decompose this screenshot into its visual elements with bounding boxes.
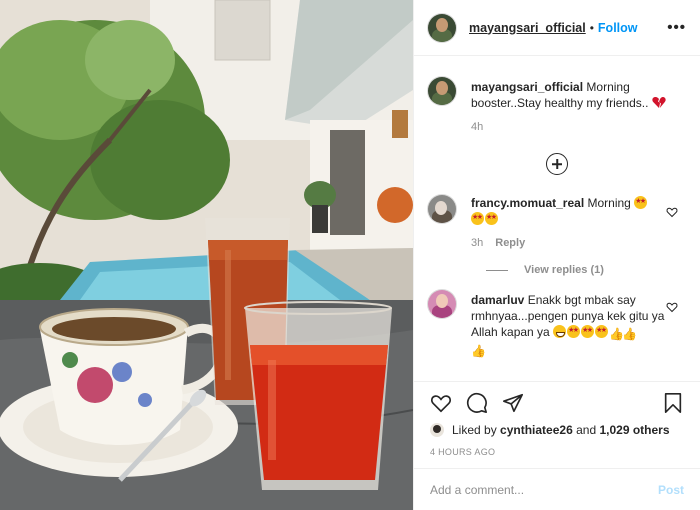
grinning-emoji-icon [553,325,567,338]
caption-time: 4h [471,121,484,133]
add-comment-input[interactable] [430,482,658,497]
post-actions: Liked by cynthiatee26 and 1,029 others 4… [414,381,700,457]
author-avatar[interactable] [428,13,456,42]
post-comment-button[interactable]: Post [658,483,684,497]
comment-time: 3h [471,237,484,249]
post-side-panel: mayangsari_official • Follow ••• mayangs… [413,0,700,510]
author-username[interactable]: mayangsari_official [469,21,586,35]
commenter-avatar[interactable] [428,195,456,223]
plus-circle-icon[interactable] [546,153,568,175]
header-separator: • [589,20,594,35]
star-struck-emoji-icon [485,212,498,225]
likes-summary: Liked by cynthiatee26 and 1,029 others [430,423,684,437]
caption-username[interactable]: mayangsari_official [471,80,583,94]
photo-illustration [0,0,413,510]
action-icons-row [430,392,684,414]
comment-item: damarluv Enakk bgt mbak say rmhnyaa...pe… [428,276,686,358]
like-heart-icon[interactable] [430,392,452,414]
likes-prefix: Liked by [452,423,497,437]
save-bookmark-icon[interactable] [662,392,684,414]
likes-count-link[interactable]: 1,029 others [599,423,669,437]
liker-avatar[interactable] [430,423,444,437]
thumbs-up-emoji-icon: 👍 [471,344,486,358]
comments-section[interactable]: mayangsari_official Morning booster..Sta… [414,57,700,381]
star-struck-emoji-icon [471,212,484,225]
like-comment-heart-icon[interactable] [666,206,678,218]
comment-item: francy.momuat_real Morning 3h Reply [428,175,686,251]
caption-avatar[interactable] [428,77,456,105]
star-struck-emoji-icon [634,196,648,209]
star-struck-emoji-icon [567,325,581,338]
more-options-icon[interactable]: ••• [667,19,686,36]
thumbs-up-emoji-icon: 👍 [609,327,625,341]
post-header: mayangsari_official • Follow ••• [414,0,700,56]
liker-username[interactable]: cynthiatee26 [500,423,573,437]
like-comment-heart-icon[interactable] [666,301,678,313]
star-struck-emoji-icon [595,325,609,338]
thumbs-up-emoji-icon: 👍 [622,327,638,341]
comment-username[interactable]: francy.momuat_real [471,196,584,210]
comment-bubble-icon[interactable] [466,392,488,414]
view-replies-button[interactable]: View replies (1) [486,264,686,276]
likes-conj: and [576,423,597,437]
star-struck-emoji-icon [581,325,595,338]
comment-text: Morning [587,196,631,210]
comment-composer: Post [414,468,700,510]
follow-button[interactable]: Follow [598,21,638,35]
post-photo[interactable] [0,0,413,510]
caption: mayangsari_official Morning booster..Sta… [428,57,686,135]
commenter-avatar[interactable] [428,290,456,318]
post-timestamp[interactable]: 4 HOURS AGO [430,447,684,457]
comment-username[interactable]: damarluv [471,293,524,307]
replies-divider [486,269,508,271]
view-replies-label[interactable]: View replies (1) [524,264,604,276]
load-more-comments[interactable] [428,153,686,175]
broken-heart-icon [652,97,666,108]
share-send-icon[interactable] [502,392,524,414]
reply-button[interactable]: Reply [495,235,525,251]
